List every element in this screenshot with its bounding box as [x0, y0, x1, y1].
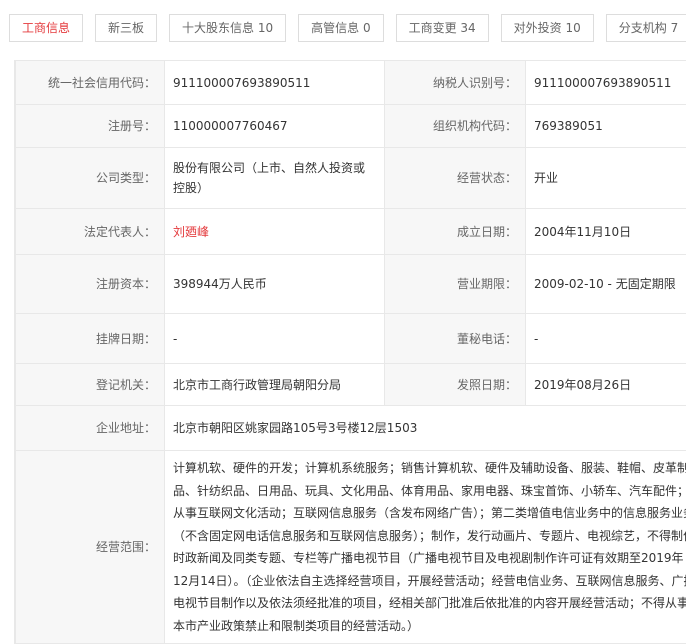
legal-rep-label: 法定代表人： — [16, 209, 165, 255]
tab-executives[interactable]: 高管信息 0 — [298, 14, 383, 42]
tab-branches[interactable]: 分支机构 7 — [606, 14, 686, 42]
secretary-phone-label: 董秘电话： — [385, 314, 526, 364]
tab-changes[interactable]: 工商变更 34 — [396, 14, 489, 42]
type-value: 股份有限公司（上市、自然人投资或控股） — [165, 148, 385, 209]
tab-investments[interactable]: 对外投资 10 — [501, 14, 594, 42]
org-code-label: 组织机构代码： — [385, 105, 526, 148]
listing-date-label: 挂牌日期： — [16, 314, 165, 364]
reg-no-value: 110000007760467 — [165, 105, 385, 148]
credit-code-label: 统一社会信用代码： — [16, 61, 165, 105]
secretary-phone-value: - — [526, 314, 686, 364]
founded-value: 2004年11月10日 — [526, 209, 686, 255]
tab-top-shareholders[interactable]: 十大股东信息 10 — [169, 14, 286, 42]
type-label: 公司类型： — [16, 148, 165, 209]
address-label: 企业地址： — [16, 406, 165, 451]
address-value: 北京市朝阳区姚家园路105号3号楼12层1503 — [165, 406, 686, 451]
capital-value: 398944万人民币 — [165, 255, 385, 314]
scope-label: 经营范围： — [16, 451, 165, 644]
term-label: 营业期限： — [385, 255, 526, 314]
issue-date-label: 发照日期： — [385, 364, 526, 406]
status-label: 经营状态： — [385, 148, 526, 209]
issue-date-value: 2019年08月26日 — [526, 364, 686, 406]
listing-date-value: - — [165, 314, 385, 364]
taxpayer-value: 911100007693890511 — [526, 61, 686, 105]
term-value: 2009-02-10 - 无固定期限 — [526, 255, 686, 314]
capital-label: 注册资本： — [16, 255, 165, 314]
org-code-value: 769389051 — [526, 105, 686, 148]
tab-neeq[interactable]: 新三板 — [95, 14, 157, 42]
tab-business-info[interactable]: 工商信息 — [9, 14, 83, 42]
taxpayer-label: 纳税人识别号： — [385, 61, 526, 105]
authority-label: 登记机关： — [16, 364, 165, 406]
credit-code-value: 911100007693890511 — [165, 61, 385, 105]
scope-value: 计算机软、硬件的开发；计算机系统服务；销售计算机软、硬件及辅助设备、服装、鞋帽、… — [165, 451, 686, 644]
authority-value: 北京市工商行政管理局朝阳分局 — [165, 364, 385, 406]
legal-rep-link[interactable]: 刘廼峰 — [173, 225, 209, 239]
founded-label: 成立日期： — [385, 209, 526, 255]
status-value: 开业 — [526, 148, 686, 209]
reg-no-label: 注册号： — [16, 105, 165, 148]
business-info-table: 统一社会信用代码： 911100007693890511 纳税人识别号： 911… — [14, 60, 686, 644]
tab-bar: 工商信息 新三板 十大股东信息 10 高管信息 0 工商变更 34 对外投资 1… — [9, 14, 686, 42]
